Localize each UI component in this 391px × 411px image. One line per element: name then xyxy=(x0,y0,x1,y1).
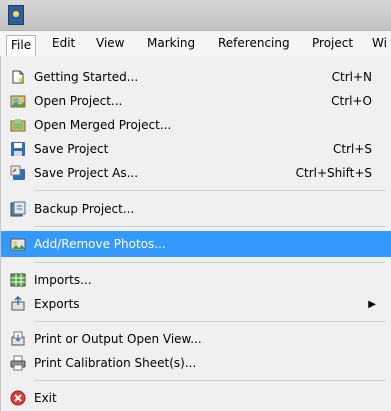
menu-item-backup-project[interactable]: Backup Project... xyxy=(1,197,391,221)
menu-item-imports[interactable]: Imports... xyxy=(1,268,391,292)
shortcut-label: Ctrl+Shift+S xyxy=(295,166,372,180)
menu-item-save-project-as[interactable]: Save Project As... Ctrl+Shift+S xyxy=(1,161,391,185)
app-icon[interactable] xyxy=(8,5,24,25)
photos-icon xyxy=(10,236,26,252)
title-bar xyxy=(0,0,391,31)
menu-item-label: Save Project As... xyxy=(34,166,139,180)
print-view-icon xyxy=(10,331,26,347)
shortcut-label: Ctrl+N xyxy=(331,70,372,84)
menu-item-label: Open Merged Project... xyxy=(34,118,172,132)
menu-marking[interactable]: Marking xyxy=(143,34,199,53)
imports-icon xyxy=(10,272,26,288)
menu-item-label: Add/Remove Photos... xyxy=(34,237,166,251)
menu-separator xyxy=(35,226,385,227)
menu-window[interactable]: Wi xyxy=(368,34,391,53)
menu-item-print-output-open-view[interactable]: Print or Output Open View... xyxy=(1,327,391,351)
exports-icon xyxy=(10,296,26,312)
shortcut-label: Ctrl+O xyxy=(331,94,372,108)
menu-separator xyxy=(35,190,385,191)
menu-file[interactable]: File xyxy=(6,35,37,57)
menu-item-label: Exports xyxy=(34,297,80,311)
open-project-icon xyxy=(10,93,26,109)
menu-item-label: Open Project... xyxy=(34,94,123,108)
save-icon xyxy=(10,141,26,157)
menu-item-label: Imports... xyxy=(34,273,92,287)
shortcut-label: Ctrl+S xyxy=(332,142,372,156)
menu-item-getting-started[interactable]: Getting Started... Ctrl+N xyxy=(1,65,391,89)
menu-item-exports[interactable]: Exports ▶ xyxy=(1,292,391,316)
menu-item-label: Backup Project... xyxy=(34,202,135,216)
menu-item-open-project[interactable]: Open Project... Ctrl+O xyxy=(1,89,391,113)
menu-edit[interactable]: Edit xyxy=(48,34,79,53)
exit-icon xyxy=(10,390,26,406)
menu-item-label: Getting Started... xyxy=(34,70,139,84)
menu-referencing[interactable]: Referencing xyxy=(214,34,294,53)
file-menu: Getting Started... Ctrl+N Open Project..… xyxy=(0,56,391,411)
save-as-icon xyxy=(10,165,26,181)
menu-bar: File Edit View Marking Referencing Proje… xyxy=(0,31,391,57)
menu-separator xyxy=(35,321,385,322)
menu-view[interactable]: View xyxy=(92,34,128,53)
menu-item-label: Exit xyxy=(34,391,57,405)
menu-project[interactable]: Project xyxy=(308,34,357,53)
menu-item-open-merged-project[interactable]: Open Merged Project... xyxy=(1,113,391,137)
menu-item-save-project[interactable]: Save Project Ctrl+S xyxy=(1,137,391,161)
menu-separator xyxy=(35,262,385,263)
submenu-arrow-icon: ▶ xyxy=(368,298,376,310)
menu-item-label: Save Project xyxy=(34,142,109,156)
menu-separator xyxy=(35,380,385,381)
menu-item-exit[interactable]: Exit xyxy=(1,386,391,410)
open-merged-project-icon xyxy=(10,117,26,133)
backup-icon xyxy=(10,201,26,217)
getting-started-icon xyxy=(10,69,26,85)
menu-item-print-calibration-sheets[interactable]: Print Calibration Sheet(s)... xyxy=(1,351,391,375)
printer-icon xyxy=(10,355,26,371)
menu-item-label: Print or Output Open View... xyxy=(34,332,202,346)
menu-item-label: Print Calibration Sheet(s)... xyxy=(34,356,197,370)
menu-item-add-remove-photos[interactable]: Add/Remove Photos... xyxy=(1,231,391,257)
